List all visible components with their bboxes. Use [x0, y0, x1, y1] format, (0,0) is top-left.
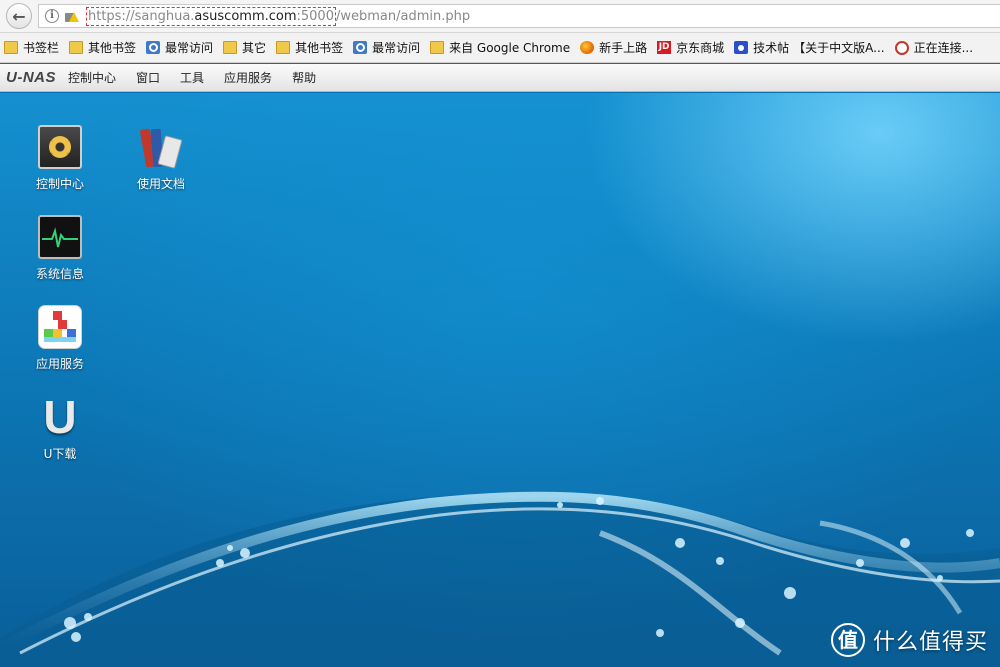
desktop-icon-docs[interactable]: 使用文档 [121, 125, 201, 192]
menu-window[interactable]: 窗口 [136, 69, 160, 86]
bookmark-item[interactable]: 最常访问 [146, 39, 213, 56]
app-blocks-icon [38, 305, 82, 349]
menu-app-services[interactable]: 应用服务 [224, 69, 272, 86]
activity-monitor-icon [38, 215, 82, 259]
magnify-icon [146, 41, 161, 54]
watermark-text: 什么值得买 [872, 630, 988, 655]
books-icon [139, 125, 183, 169]
watermark-logo-icon: 值 [830, 623, 865, 657]
menu-tools[interactable]: 工具 [180, 69, 204, 86]
desktop-icon-label: U下载 [43, 447, 77, 461]
insecure-lock-icon[interactable] [64, 9, 79, 23]
desktop: 控制中心 使用文档 系统信息 应用服务 U U下载 值 什么值得买 [0, 93, 1000, 667]
url-host-sub: sanghua. [134, 8, 195, 24]
bookmark-label: 其它 [242, 41, 267, 55]
desktop-icon-u-download[interactable]: U U下载 [20, 391, 100, 462]
jd-icon: JD [657, 41, 672, 54]
bookmark-item[interactable]: 新手上路 [580, 39, 647, 56]
back-button[interactable]: ← [6, 3, 32, 29]
menu-help[interactable]: 帮助 [292, 69, 316, 86]
desktop-icon-label: 使用文档 [136, 177, 185, 191]
desktop-icon-app-services[interactable]: 应用服务 [20, 305, 100, 372]
menu-control-center[interactable]: 控制中心 [68, 69, 116, 86]
magnify-icon [353, 41, 368, 54]
control-center-icon [38, 125, 82, 169]
url-path: /webman/admin.php [335, 8, 471, 24]
bookmark-item[interactable]: JD 京东商城 [657, 39, 724, 56]
url-prefix: https:// [88, 8, 135, 24]
url-host-main: asuscomm.com [194, 8, 297, 24]
bookmark-item[interactable]: 来自 Google Chrome [430, 39, 570, 56]
folder-icon [276, 41, 291, 54]
app-menu-bar: U-NAS 控制中心 窗口 工具 应用服务 帮助 [0, 64, 1000, 92]
paw-icon [734, 41, 749, 54]
bookmark-label: 正在连接... [913, 41, 974, 55]
watermark: 值 什么值得买 [830, 623, 988, 657]
address-bar: ← i https://sanghua.asuscomm.com:5000/we… [0, 0, 1000, 33]
bookmark-label: 最常访问 [372, 41, 421, 55]
bookmark-label: 京东商城 [676, 41, 725, 55]
bookmark-item[interactable]: 其它 [223, 39, 266, 56]
bookmark-item[interactable]: 正在连接... [894, 39, 974, 56]
bookmark-label: 【关于中文版A... [793, 41, 885, 55]
url-field[interactable]: i https://sanghua.asuscomm.com:5000/webm… [38, 4, 1000, 28]
info-icon[interactable]: i [45, 9, 59, 23]
url-port: :5000 [296, 8, 334, 24]
desktop-icon-system-info[interactable]: 系统信息 [20, 215, 100, 282]
bookmark-label: 新手上路 [599, 41, 648, 55]
u-download-icon: U [43, 391, 77, 443]
bookmark-label: 来自 Google Chrome [449, 41, 571, 55]
folder-icon [4, 41, 18, 54]
firefox-icon [580, 41, 595, 54]
desktop-icon-label: 应用服务 [35, 357, 84, 371]
loading-icon [894, 40, 909, 55]
bookmark-label: 最常访问 [165, 41, 214, 55]
url-text[interactable]: https://sanghua.asuscomm.com:5000/webman… [86, 6, 471, 26]
back-arrow-icon: ← [12, 6, 26, 26]
desktop-icon-label: 控制中心 [35, 177, 84, 191]
desktop-icon-control-center[interactable]: 控制中心 [20, 125, 100, 192]
bookmarks-bar: 书签栏 其他书签 最常访问 其它 其他书签 最常访问 来自 Google Chr… [0, 33, 1000, 63]
desktop-icon-label: 系统信息 [35, 267, 84, 281]
url-host-highlight: https://sanghua.asuscomm.com:5000 [86, 6, 336, 26]
bookmark-label: 其他书签 [88, 41, 137, 55]
bookmark-item[interactable]: 技术帖 【关于中文版A... [734, 39, 885, 56]
folder-icon [430, 41, 445, 54]
folder-icon [223, 41, 238, 54]
bookmark-item[interactable]: 书签栏 [4, 39, 59, 56]
bookmark-item[interactable]: 其他书签 [276, 39, 343, 56]
bookmark-label: 技术帖 [753, 41, 790, 55]
bookmark-item[interactable]: 最常访问 [353, 39, 420, 56]
brand-logo: U-NAS [6, 69, 56, 86]
folder-icon [69, 41, 84, 54]
bookmark-label: 其他书签 [295, 41, 344, 55]
bookmark-label: 书签栏 [23, 41, 60, 55]
bookmark-item[interactable]: 其他书签 [69, 39, 136, 56]
